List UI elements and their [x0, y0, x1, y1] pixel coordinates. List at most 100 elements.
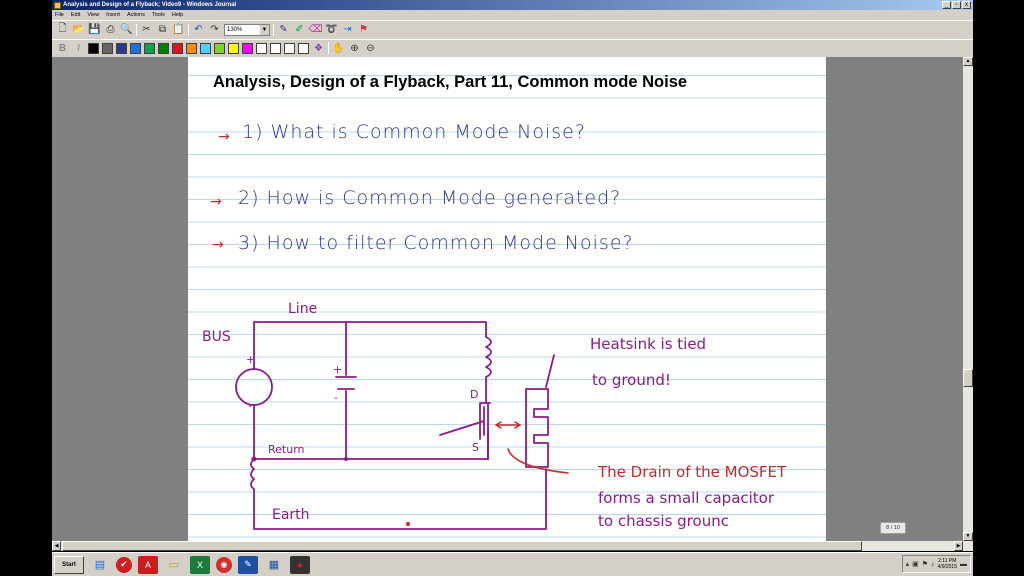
color-navy-swatch[interactable]: [116, 42, 127, 54]
line-wire: [253, 321, 487, 338]
horizontal-scrollbar[interactable]: ◀ ▶: [52, 541, 973, 551]
color-black-swatch[interactable]: [88, 42, 99, 54]
color-gray-swatch[interactable]: [102, 42, 113, 54]
window-title: Analysis and Design of a Flyback; Video9…: [63, 2, 237, 8]
tray-expand-icon[interactable]: ▴: [906, 560, 910, 568]
thickness-bold-swatch[interactable]: [298, 42, 309, 54]
drain-note-line1: The Drain of the MOSFET: [598, 463, 787, 481]
heatsink-note-line1: Heatsink is tied: [590, 335, 707, 353]
highlighter-icon[interactable]: ✐: [293, 23, 306, 36]
system-clock[interactable]: 2:11 PM 4/9/2015: [938, 558, 957, 570]
color-cyan-swatch[interactable]: [200, 42, 211, 54]
color-green-swatch[interactable]: [144, 42, 155, 54]
thickness-medium-swatch[interactable]: [270, 42, 281, 54]
clock-date: 4/9/2015: [937, 564, 957, 570]
restore-button[interactable]: ▫: [952, 1, 961, 9]
open-icon[interactable]: 📂: [72, 23, 85, 36]
document-area: Analysis, Design of a Flyback, Part 11, …: [52, 57, 963, 541]
journal-window: Analysis and Design of a Flyback; Video9…: [52, 0, 973, 551]
menu-help[interactable]: Help: [172, 12, 183, 18]
color-magenta-swatch[interactable]: [242, 42, 253, 54]
insert-space-icon[interactable]: ⇥: [341, 23, 354, 36]
mosfet-symbol: [439, 402, 491, 448]
toolbar-divider: [188, 23, 189, 36]
menu-file[interactable]: File: [55, 12, 64, 18]
desktop-icon[interactable]: ▤: [90, 556, 110, 574]
source-plus: +: [246, 353, 256, 366]
color-lime-swatch[interactable]: [214, 42, 225, 54]
cap-node: [344, 457, 348, 461]
pen-icon[interactable]: ✎: [277, 23, 290, 36]
scroll-up-icon[interactable]: ▲: [963, 57, 973, 66]
copy-icon[interactable]: ⧉: [156, 23, 169, 36]
paste-icon[interactable]: 📋: [172, 23, 185, 36]
start-button[interactable]: Start: [54, 555, 84, 574]
folder-icon[interactable]: ▭: [164, 556, 184, 574]
scroll-right-icon[interactable]: ▶: [954, 541, 963, 551]
color-blue-swatch[interactable]: [130, 42, 141, 54]
scroll-left-icon[interactable]: ◀: [52, 541, 61, 551]
thickness-fine-swatch[interactable]: [256, 42, 267, 54]
chevron-down-icon[interactable]: ▼: [260, 24, 269, 35]
zoom-in-icon[interactable]: ⊕: [348, 42, 361, 55]
italic-icon[interactable]: I: [72, 42, 85, 55]
color-red-swatch[interactable]: [172, 42, 183, 54]
drain-label: D: [470, 388, 479, 401]
earth-node: [406, 522, 410, 526]
browser-icon[interactable]: ◉: [216, 556, 232, 573]
return-node: [251, 456, 257, 462]
journal-task-icon[interactable]: ✎: [238, 555, 258, 574]
lasso-icon[interactable]: ➰: [325, 23, 338, 36]
app-check-icon[interactable]: ✔: [116, 556, 132, 573]
bold-icon[interactable]: B: [56, 42, 69, 55]
tray-volume-icon[interactable]: ♪: [931, 561, 935, 568]
pen-style-icon[interactable]: ❖: [312, 42, 325, 55]
journal-page[interactable]: Analysis, Design of a Flyback, Part 11, …: [188, 57, 826, 541]
menu-actions[interactable]: Actions: [127, 12, 145, 18]
cut-icon[interactable]: ✂: [140, 23, 153, 36]
drain-note-pointer: [507, 448, 569, 474]
minimize-button[interactable]: _: [942, 1, 951, 9]
close-button[interactable]: x: [962, 1, 971, 9]
drain-note-line3: to chassis grounc: [598, 512, 729, 530]
print-icon[interactable]: ⎙: [104, 23, 117, 36]
hand-pan-icon[interactable]: ✋: [332, 42, 345, 55]
pdf-icon[interactable]: A: [138, 555, 158, 574]
system-tray: ▴ ▣ ⚑ ♪ 2:11 PM 4/9/2015 ▬: [901, 555, 971, 573]
tray-flag-icon[interactable]: ⚑: [922, 560, 928, 568]
zoom-select[interactable]: 130% ▼: [224, 23, 270, 36]
color-orange-swatch[interactable]: [186, 42, 197, 54]
menu-view[interactable]: View: [87, 12, 99, 18]
excel-icon[interactable]: X: [190, 555, 210, 574]
menu-insert[interactable]: Insert: [106, 12, 120, 18]
horizontal-scroll-thumb[interactable]: [62, 541, 862, 551]
new-note-icon[interactable]: 🗋: [56, 23, 69, 36]
undo-icon[interactable]: ↶: [192, 23, 205, 36]
format-toolbar: B I ❖ ✋ ⊕ ⊖: [52, 39, 973, 56]
journal-app-icon: [54, 1, 61, 9]
show-desktop-icon[interactable]: ▬: [960, 561, 967, 568]
earth-label: Earth: [272, 507, 310, 523]
vertical-scrollbar[interactable]: ▲ ▼: [963, 57, 973, 541]
tray-network-icon[interactable]: ▣: [912, 560, 919, 568]
menu-tools[interactable]: Tools: [152, 12, 165, 18]
zoom-out-icon[interactable]: ⊖: [364, 42, 377, 55]
title-bar: Analysis and Design of a Flyback; Video9…: [52, 0, 973, 10]
network-icon[interactable]: ▦: [264, 556, 284, 574]
menu-bar: File Edit View Insert Actions Tools Help: [52, 10, 973, 19]
find-icon[interactable]: 🔍: [120, 23, 133, 36]
thickness-thick-swatch[interactable]: [284, 42, 295, 54]
start-label: Start: [62, 561, 76, 568]
cap-minus: -: [334, 391, 338, 404]
redo-icon[interactable]: ↷: [208, 23, 221, 36]
recorder-icon[interactable]: ●: [290, 555, 310, 574]
flag-icon[interactable]: ⚑: [357, 23, 370, 36]
line-label: Line: [288, 301, 318, 317]
menu-edit[interactable]: Edit: [71, 12, 80, 18]
vertical-scroll-thumb[interactable]: [963, 369, 973, 387]
save-icon[interactable]: 💾: [88, 23, 101, 36]
color-yellow-swatch[interactable]: [228, 42, 239, 54]
scroll-down-icon[interactable]: ▼: [963, 532, 973, 541]
eraser-icon[interactable]: ⌫: [308, 23, 322, 36]
color-darkgreen-swatch[interactable]: [158, 42, 169, 54]
